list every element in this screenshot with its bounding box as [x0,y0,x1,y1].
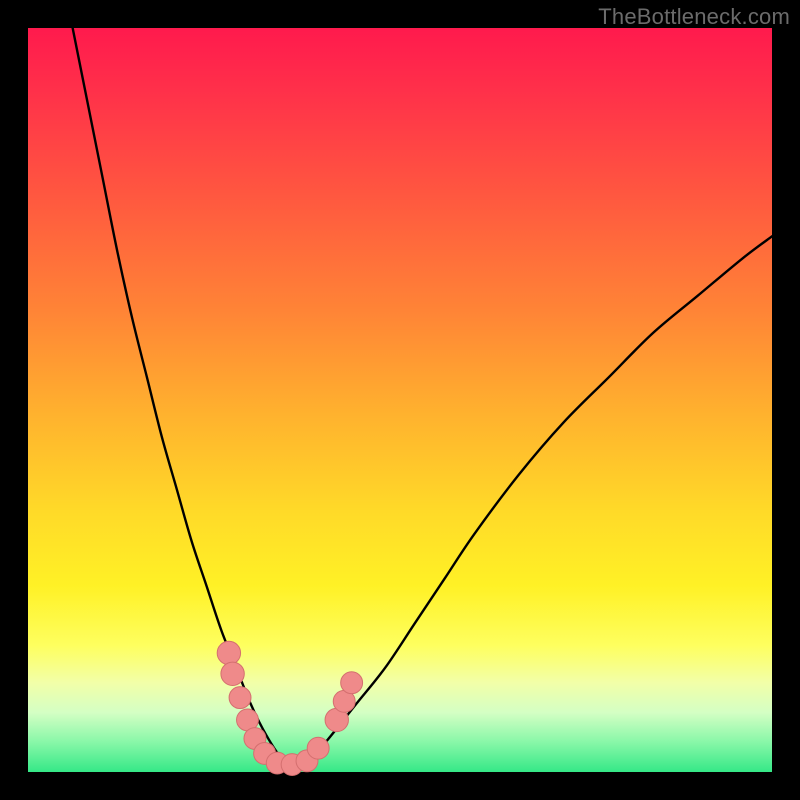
chart-svg [28,28,772,772]
plot-area [28,28,772,772]
marker-dot [341,672,363,694]
marker-dot [229,687,251,709]
watermark-text: TheBottleneck.com [598,4,790,30]
marker-group [217,641,362,775]
bottleneck-curve-path [73,28,772,765]
outer-frame: TheBottleneck.com [0,0,800,800]
marker-dot [217,641,240,664]
marker-dot [221,662,244,685]
marker-dot [307,737,329,759]
